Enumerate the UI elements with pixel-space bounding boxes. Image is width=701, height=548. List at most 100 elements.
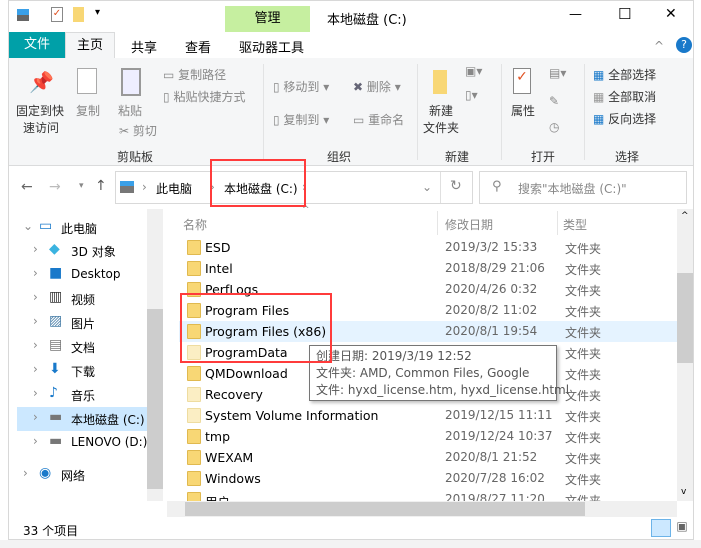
- expand-chevron-icon[interactable]: ›: [33, 290, 38, 304]
- sidebar-item-label: 此电脑: [61, 222, 98, 236]
- refresh-button[interactable]: ↻: [450, 178, 462, 194]
- tab-file[interactable]: 文件: [9, 32, 65, 58]
- sidebar-item[interactable]: › ◉ 网络: [17, 463, 157, 487]
- file-date: 2020/8/2 11:02: [445, 303, 538, 317]
- tab-label: 文件: [23, 37, 50, 52]
- tab-home[interactable]: 主页: [65, 32, 115, 59]
- scrollbar-thumb[interactable]: [185, 502, 585, 516]
- recent-locations-icon[interactable]: ▾: [79, 181, 84, 191]
- breadcrumb-separator[interactable]: ›: [142, 180, 147, 194]
- sidebar-item[interactable]: › ▤ 文档: [17, 335, 157, 359]
- background-page: [0, 540, 701, 548]
- sidebar-scrollbar-thumb[interactable]: [147, 309, 163, 489]
- back-button[interactable]: ←: [21, 179, 33, 195]
- cut-button[interactable]: ✂ 剪切: [119, 122, 157, 139]
- open-button[interactable]: ▤▾: [549, 66, 566, 80]
- search-input[interactable]: ⚲ 搜索"本地磁盘 (C:)": [479, 171, 687, 204]
- sidebar-item-label: LENOVO (D:): [71, 435, 148, 449]
- expand-chevron-icon[interactable]: ›: [33, 410, 38, 424]
- easy-access-button[interactable]: ▯▾: [465, 88, 478, 102]
- column-header-name[interactable]: 名称: [183, 216, 207, 233]
- expand-chevron-icon[interactable]: ›: [33, 434, 38, 448]
- select-all-button[interactable]: ▦ 全部选择: [593, 66, 656, 83]
- tab-label: 主页: [76, 38, 103, 53]
- file-list-horizontal-scrollbar[interactable]: [167, 501, 677, 517]
- copy-to-button[interactable]: ▯ 复制到 ▾: [273, 111, 329, 128]
- move-to-button[interactable]: ▯ 移动到 ▾: [273, 78, 329, 95]
- expand-chevron-icon[interactable]: ›: [33, 266, 38, 280]
- file-list-vertical-scrollbar[interactable]: ^ v: [677, 209, 693, 501]
- delete-button[interactable]: ✖ 删除 ▾: [353, 78, 401, 95]
- column-header-date[interactable]: 修改日期: [445, 216, 493, 233]
- shortcut-icon: ▯: [163, 90, 170, 104]
- sidebar-item[interactable]: ⌄ ▭ 此电脑: [17, 216, 157, 240]
- invert-selection-button[interactable]: ▦ 反向选择: [593, 110, 656, 127]
- help-icon[interactable]: ?: [676, 37, 692, 53]
- sidebar-item[interactable]: › ▨ 图片: [17, 311, 157, 335]
- tab-view[interactable]: 查看: [185, 37, 211, 56]
- expand-chevron-icon[interactable]: ›: [33, 362, 38, 376]
- minimize-button[interactable]: —: [569, 7, 582, 22]
- expand-chevron-icon[interactable]: ›: [33, 314, 38, 328]
- copy-icon: [77, 68, 97, 94]
- tab-manage-context[interactable]: 管理: [225, 6, 310, 32]
- copy-path-button[interactable]: ▭ 复制路径: [163, 66, 226, 83]
- details-view-button[interactable]: [651, 519, 671, 537]
- folder-icon: [187, 387, 201, 402]
- breadcrumb-this-pc[interactable]: 此电脑: [156, 180, 192, 197]
- window-title: 本地磁盘 (C:): [327, 13, 407, 28]
- up-button[interactable]: ↑: [95, 178, 107, 194]
- rename-button[interactable]: ▭ 重命名: [353, 111, 404, 128]
- file-row[interactable]: ESD 2019/3/2 15:33 文件夹: [179, 237, 687, 258]
- sidebar-item[interactable]: › ◆ 3D 对象: [17, 239, 157, 263]
- sidebar-item[interactable]: › ♪ 音乐: [17, 383, 157, 407]
- large-icons-view-button[interactable]: ▣: [673, 519, 691, 537]
- properties-quick-icon[interactable]: ✓: [51, 7, 63, 22]
- column-header-type[interactable]: 类型: [563, 216, 587, 233]
- copy-button[interactable]: 复制: [76, 102, 100, 119]
- file-row[interactable]: System Volume Information 2019/12/15 11:…: [179, 405, 687, 426]
- expand-chevron-icon[interactable]: ⌄: [23, 219, 33, 233]
- divider: [437, 211, 438, 235]
- sidebar-item[interactable]: › ■ Desktop: [17, 263, 157, 287]
- new-item-button[interactable]: ▣▾: [465, 64, 482, 78]
- maximize-button[interactable]: ☐: [618, 5, 631, 23]
- sidebar-item[interactable]: › ▬ 本地磁盘 (C:): [17, 407, 157, 431]
- sidebar-item[interactable]: › ⬇ 下载: [17, 359, 157, 383]
- drive-icon: ▬: [49, 433, 63, 449]
- new-folder-quick-icon[interactable]: [73, 7, 84, 22]
- tab-drive-tools[interactable]: 驱动器工具: [239, 37, 304, 56]
- scroll-up-icon[interactable]: ^: [681, 211, 689, 221]
- edit-button[interactable]: ✎: [549, 94, 559, 108]
- expand-chevron-icon[interactable]: ›: [33, 242, 38, 256]
- forward-button[interactable]: →: [49, 179, 61, 195]
- select-none-button[interactable]: ▦ 全部取消: [593, 88, 656, 105]
- collapse-ribbon-icon[interactable]: ^: [654, 39, 664, 53]
- expand-chevron-icon[interactable]: ›: [33, 386, 38, 400]
- sidebar-item-label: 网络: [61, 469, 86, 483]
- expand-chevron-icon[interactable]: ›: [33, 338, 38, 352]
- divider: [417, 64, 418, 160]
- file-row[interactable]: tmp 2019/12/24 10:37 文件夹: [179, 426, 687, 447]
- network-icon: ◉: [39, 465, 52, 481]
- history-button[interactable]: ◷: [549, 120, 559, 134]
- sidebar-item[interactable]: › ▥ 视频: [17, 287, 157, 311]
- pin-quick-access-button[interactable]: 固定到快: [16, 102, 64, 119]
- sidebar-scrollbar[interactable]: [147, 209, 163, 501]
- file-row[interactable]: Windows 2020/7/28 16:02 文件夹: [179, 468, 687, 489]
- close-button[interactable]: ✕: [665, 6, 677, 22]
- scroll-down-icon[interactable]: v: [681, 487, 686, 497]
- tab-share[interactable]: 共享: [131, 37, 157, 56]
- address-dropdown-icon[interactable]: ⌄: [422, 180, 432, 194]
- sidebar-item[interactable]: › ▬ LENOVO (D:): [17, 431, 157, 455]
- paste-shortcut-button[interactable]: ▯ 粘贴快捷方式: [163, 88, 245, 105]
- properties-button[interactable]: 属性: [511, 102, 535, 119]
- quick-access-dropdown-icon[interactable]: ▾: [95, 7, 100, 18]
- file-row[interactable]: Intel 2018/8/29 21:06 文件夹: [179, 258, 687, 279]
- scrollbar-thumb[interactable]: [677, 273, 693, 363]
- paste-button[interactable]: 粘贴: [118, 102, 142, 119]
- file-row[interactable]: WEXAM 2020/8/1 21:52 文件夹: [179, 447, 687, 468]
- expand-chevron-icon[interactable]: ›: [23, 466, 28, 480]
- file-type: 文件夹: [565, 452, 602, 466]
- new-folder-button[interactable]: 新建: [429, 102, 453, 119]
